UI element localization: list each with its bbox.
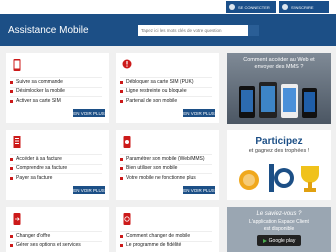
list-item[interactable]: Activer sa carte SIM — [10, 96, 102, 106]
list-item[interactable]: Comment changer de mobile — [120, 231, 212, 241]
play-icon — [262, 238, 267, 243]
list-item[interactable]: Ligne restreinte ou bloquée — [120, 86, 212, 97]
card-offer: Changer d'offre Gérer ses options et ser… — [6, 207, 109, 252]
card-order: Suivre sa commande Désimlocker la mobile… — [6, 53, 109, 123]
see-more-button[interactable]: EN VOIR PLUS — [73, 186, 105, 194]
promo-app[interactable]: Le saviez-vous ? L'application Espace Cl… — [227, 207, 331, 252]
card-settings: Paramétrer son mobile (Web/MMS) Bien uti… — [116, 130, 219, 200]
invoice-icon — [13, 136, 21, 148]
list-item[interactable]: Votre mobile ne fonctionne plus — [120, 173, 212, 183]
see-more-button[interactable]: EN VOIR PLUS — [183, 109, 215, 117]
list-item[interactable]: Gérer ses options et services — [10, 240, 102, 251]
arrow-icon — [10, 80, 13, 84]
list-item[interactable]: Désimlocker la mobile — [10, 86, 102, 97]
list-item[interactable]: Partenal de son mobile — [120, 96, 212, 106]
phones-image — [239, 82, 317, 118]
search-button[interactable] — [248, 25, 259, 36]
promo-trophies[interactable]: Participez et gagnez des trophées ! — [227, 130, 331, 200]
offer-icon — [13, 213, 21, 225]
list-item[interactable]: Suivre sa commande — [10, 77, 102, 87]
arrow-icon — [120, 176, 123, 180]
trophies-image — [239, 164, 319, 192]
arrow-icon — [10, 167, 13, 171]
list-item[interactable]: Payer sa facture — [10, 173, 102, 183]
list-item[interactable]: Comprendre sa facture — [10, 163, 102, 174]
alert-icon — [122, 59, 132, 69]
search-input[interactable] — [138, 25, 248, 36]
arrow-icon — [10, 99, 13, 103]
arrow-icon — [120, 157, 123, 161]
see-more-button[interactable]: EN VOIR PLUS — [73, 109, 105, 117]
arrow-icon — [10, 157, 13, 161]
phone-settings-icon — [123, 136, 131, 148]
top-bar: SE CONNECTER S'INSCRIRE — [0, 0, 336, 14]
card-invoice: Accéder à sa facture Comprendre sa factu… — [6, 130, 109, 200]
arrow-icon — [120, 244, 123, 248]
arrow-icon — [120, 90, 123, 94]
list-item[interactable]: Débloquer sa carte SIM (PUK) — [120, 77, 212, 87]
arrow-icon — [120, 234, 123, 238]
list-item[interactable]: Paramétrer son mobile (Web/MMS) — [120, 154, 212, 164]
change-mobile-icon — [123, 213, 131, 225]
login-button[interactable]: SE CONNECTER — [226, 1, 276, 13]
card-sim: Débloquer sa carte SIM (PUK) Ligne restr… — [116, 53, 219, 123]
arrow-icon — [10, 244, 13, 248]
arrow-icon — [10, 234, 13, 238]
promo-mms[interactable]: Comment accéder au Web et envoyer des MM… — [227, 53, 331, 124]
list-item[interactable]: Le programme de fidélité — [120, 240, 212, 251]
mobile-icon — [13, 59, 21, 71]
user-icon — [229, 4, 235, 10]
list-item[interactable]: Changer d'offre — [10, 231, 102, 241]
see-more-button[interactable]: EN VOIR PLUS — [183, 186, 215, 194]
card-change-mobile: Comment changer de mobile Le programme d… — [116, 207, 219, 252]
add-user-icon — [282, 4, 288, 10]
page-title: Assistance Mobile — [8, 25, 89, 36]
header: Assistance Mobile — [0, 14, 336, 46]
arrow-icon — [10, 176, 13, 180]
arrow-icon — [120, 99, 123, 103]
arrow-icon — [120, 167, 123, 171]
arrow-icon — [120, 80, 123, 84]
signup-button[interactable]: S'INSCRIRE — [279, 1, 329, 13]
arrow-icon — [10, 90, 13, 94]
google-play-badge[interactable]: Google play — [257, 235, 301, 246]
list-item[interactable]: Accéder à sa facture — [10, 154, 102, 164]
list-item[interactable]: Bien utiliser son mobile — [120, 163, 212, 174]
